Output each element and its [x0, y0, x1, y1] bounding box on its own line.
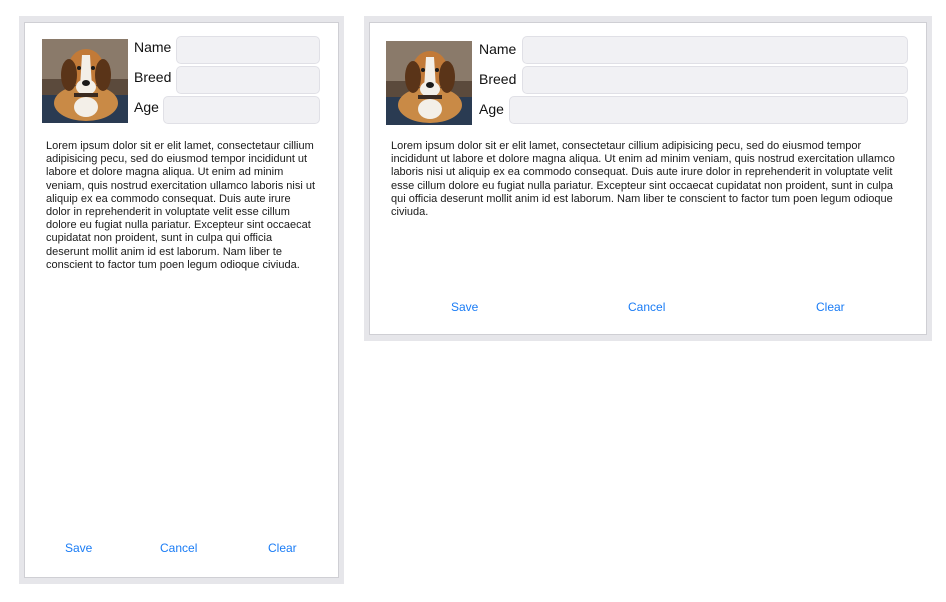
name-field[interactable]: [522, 36, 908, 64]
description-text: Lorem ipsum dolor sit er elit lamet, con…: [46, 140, 316, 271]
dog-photo: [386, 41, 472, 125]
portrait-device-frame: Name Breed Age Lorem ipsum dolor sit er …: [19, 16, 344, 584]
landscape-device-frame: Name Breed Age Lorem ipsum dolor sit er …: [364, 16, 932, 341]
save-button[interactable]: Save: [451, 300, 478, 314]
cancel-button[interactable]: Cancel: [628, 300, 665, 314]
breed-field[interactable]: [522, 66, 908, 94]
dog-photo: [42, 39, 128, 123]
breed-label: Breed: [479, 71, 517, 87]
name-field[interactable]: [176, 36, 320, 64]
save-button[interactable]: Save: [65, 541, 92, 555]
name-label: Name: [479, 41, 517, 57]
age-label: Age: [479, 101, 504, 117]
landscape-screen: Name Breed Age Lorem ipsum dolor sit er …: [369, 22, 927, 335]
name-label: Name: [134, 39, 172, 55]
portrait-screen: Name Breed Age Lorem ipsum dolor sit er …: [24, 22, 339, 578]
clear-button[interactable]: Clear: [268, 541, 297, 555]
breed-field[interactable]: [176, 66, 320, 94]
description-text: Lorem ipsum dolor sit er elit lamet, con…: [391, 140, 895, 219]
age-field[interactable]: [509, 96, 908, 124]
age-field[interactable]: [163, 96, 320, 124]
age-label: Age: [134, 99, 159, 115]
clear-button[interactable]: Clear: [816, 300, 845, 314]
cancel-button[interactable]: Cancel: [160, 541, 197, 555]
breed-label: Breed: [134, 69, 172, 85]
